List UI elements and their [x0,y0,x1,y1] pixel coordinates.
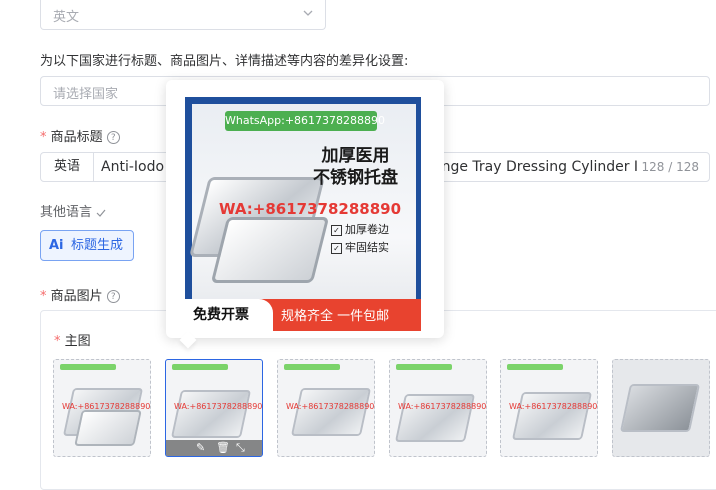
thumb-watermark: WA:+8617378288890 [509,402,598,411]
whatsapp-banner: WhatsApp:+8617378288890 [225,111,385,131]
title-text-start: Anti-Iodo [101,159,165,175]
tray-image [619,384,701,432]
tray-image [74,410,142,446]
thumb-tag [507,364,563,370]
frame-border [416,97,421,331]
checkbox-icon: ✓ [331,224,342,236]
ai-icon: Ai [49,238,64,253]
thumb-tag [396,364,452,370]
title-language-prefix: 英语 [41,153,94,181]
product-title-label-row: * 商品标题 ? [40,126,120,145]
chevron-down-icon [303,10,313,16]
required-mark: * [40,130,47,145]
required-mark: * [54,334,61,349]
image-thumbnail[interactable]: WA:+8617378288890 [277,359,375,457]
country-select-placeholder: 请选择国家 [53,87,119,102]
ai-title-generate-button[interactable]: Ai 标题生成 [40,230,134,261]
preview-image: WhatsApp:+8617378288890 加厚医用 不锈钢托盘 WA:+8… [185,97,421,331]
title-char-count: 128 / 128 [641,160,699,174]
help-icon[interactable]: ? [106,131,120,144]
thumb-watermark: WA:+8617378288890 [398,402,487,411]
thumb-watermark: WA:+8617378288890 [174,402,263,411]
frame-border [185,97,421,104]
thumb-watermark: WA:+8617378288890 [62,402,151,411]
preview-headline: 加厚医用 不锈钢托盘 [313,145,398,189]
other-languages-label: 其他语言 [40,205,93,220]
headline-line: 不锈钢托盘 [313,168,398,188]
thumb-tag [284,364,340,370]
required-mark: * [40,289,47,304]
image-thumbnail-selected[interactable]: WA:+8617378288890 ✎ 🗑 ⤡ [165,359,263,457]
headline-line: 加厚医用 [321,146,390,166]
ai-title-generate-label: 标题生成 [71,238,124,253]
feature-item: ✓ 牢固结实 [331,239,389,255]
language-select-value: 英文 [53,10,80,25]
image-thumbnail[interactable]: WA:+8617378288890 [389,359,487,457]
feature-text: 牢固结实 [345,241,389,254]
thumb-actions-bar: ✎ 🗑 ⤡ [166,440,262,456]
image-thumbnail[interactable]: WA:+8617378288890 [53,359,151,457]
frame-border [185,97,192,331]
tray-image [511,392,593,440]
check-icon [96,209,106,217]
feature-text: 加厚卷边 [345,223,389,236]
image-thumbnail[interactable] [612,359,710,457]
crop-icon[interactable]: ⤡ [236,441,245,455]
delete-icon[interactable]: 🗑 [216,441,230,454]
help-icon[interactable]: ? [106,290,120,303]
product-title-label: 商品标题 [50,130,103,145]
checkbox-icon: ✓ [331,242,342,254]
other-languages-toggle[interactable]: 其他语言 [40,201,106,220]
edit-icon[interactable]: ✎ [196,441,205,454]
image-preview-popover: WhatsApp:+8617378288890 加厚医用 不锈钢托盘 WA:+8… [166,80,444,338]
feature-item: ✓ 加厚卷边 [331,221,389,237]
preview-watermark: WA:+8617378288890 [219,200,402,218]
main-image-label-row: * 主图 [54,330,91,349]
image-thumbnail[interactable]: WA:+8617378288890 [500,359,598,457]
language-select[interactable]: 英文 [40,0,326,30]
title-text-end: ange Tray Dressing Cylinder I [433,159,639,175]
thumb-tag [60,364,116,370]
country-section-heading: 为以下国家进行标题、商品图片、详情描述等内容的差异化设置: [40,54,409,69]
tray-image [290,388,372,436]
product-images-label: 商品图片 [50,289,103,304]
bottom-left-text: 免费开票 [193,307,249,323]
main-image-label: 主图 [64,334,91,349]
thumb-watermark: WA:+8617378288890 [286,402,375,411]
tray-image [210,217,330,283]
tray-image [170,390,252,438]
product-images-label-row: * 商品图片 ? [40,285,120,304]
thumb-tag [172,364,228,370]
bottom-right-text: 规格齐全 一件包邮 [281,309,390,324]
